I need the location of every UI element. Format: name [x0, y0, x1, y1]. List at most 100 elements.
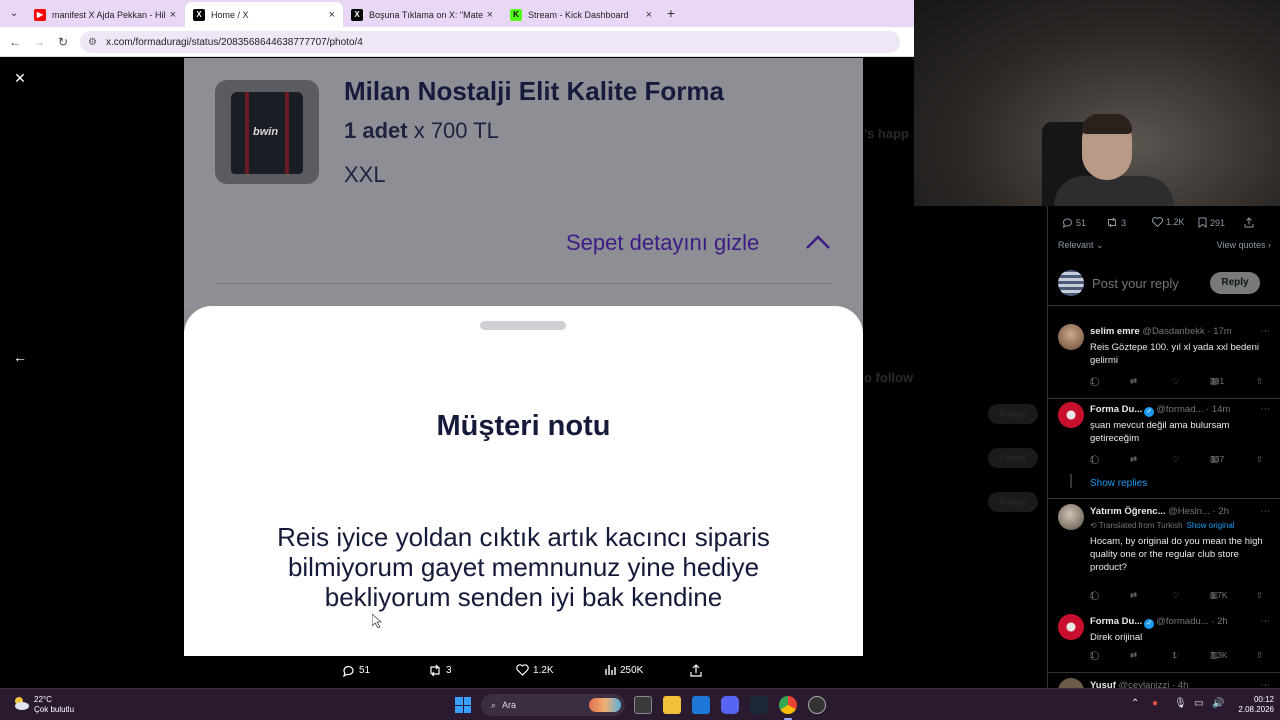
heart-icon[interactable]: ♡: [1172, 376, 1180, 387]
views-action[interactable]: ▥ 337: [1210, 454, 1224, 464]
avatar[interactable]: [1058, 324, 1084, 350]
address-bar[interactable]: ⚙ x.com/formaduragi/status/2083568644638…: [80, 31, 900, 53]
more-options-icon[interactable]: ⋯: [1261, 506, 1271, 517]
author-handle[interactable]: @ceylanizzi · 4h: [1119, 680, 1189, 688]
weather-condition: Çok bulutlu: [34, 705, 75, 714]
reply-action[interactable]: ◯ 1: [1090, 454, 1100, 464]
tweet-actions: ◯ 1 ⇄ ♡ ▥ 337 ⇧: [1090, 454, 1276, 468]
close-icon[interactable]: ×: [646, 9, 652, 21]
author-name[interactable]: selim emre: [1090, 326, 1140, 337]
share-icon[interactable]: ⇧: [1256, 376, 1263, 387]
reply-action[interactable]: 51: [342, 664, 370, 677]
avatar[interactable]: [1058, 614, 1084, 640]
view-quotes-link[interactable]: View quotes ›: [1217, 240, 1271, 250]
share-icon[interactable]: ⇧: [1256, 590, 1263, 601]
tab-home-x[interactable]: X Home / X ×: [185, 2, 343, 27]
more-options-icon[interactable]: ⋯: [1261, 326, 1271, 337]
author-handle[interactable]: @formad... · 14m: [1156, 404, 1230, 415]
share-action[interactable]: [690, 664, 706, 677]
tab-youtube[interactable]: ▶ manifest X Ajda Pekkan - Hileli ×: [26, 2, 184, 27]
reload-icon[interactable]: ↻: [55, 34, 71, 50]
show-replies-link[interactable]: Show replies: [1090, 478, 1147, 489]
reply-action[interactable]: ◯ 1: [1090, 650, 1100, 660]
discord-icon[interactable]: [721, 696, 739, 714]
tab-search-chevron-icon[interactable]: ⌄: [6, 6, 22, 22]
repost-icon[interactable]: ⇄: [1130, 454, 1137, 465]
repost-icon[interactable]: ⇄: [1130, 650, 1137, 661]
repost-icon[interactable]: ⇄: [1130, 590, 1137, 601]
reply-tweet[interactable]: Forma Du... ✓ @formad... · 14m ⋯ şuan mevc…: [1048, 402, 1280, 464]
author-handle[interactable]: @Dasdanbekk · 17m: [1142, 326, 1231, 337]
chevron-up-icon[interactable]: ⌃: [1131, 698, 1139, 709]
previous-photo-icon[interactable]: ←: [12, 349, 28, 365]
more-options-icon[interactable]: ⋯: [1261, 680, 1271, 688]
avatar[interactable]: [1058, 402, 1084, 428]
chrome-icon[interactable]: [779, 696, 797, 714]
author-name[interactable]: Yusuf: [1090, 680, 1116, 688]
author-name[interactable]: Yatırım Öğrenc...: [1090, 506, 1166, 517]
author-handle[interactable]: @Hesln... · 2h: [1168, 506, 1229, 517]
avatar[interactable]: [1058, 504, 1084, 530]
like-stat[interactable]: 1.2K: [1152, 217, 1185, 227]
bookmark-stat[interactable]: 291: [1198, 217, 1225, 228]
sort-dropdown[interactable]: Relevant ⌄: [1058, 240, 1104, 250]
weather-widget[interactable]: 22°C Çok bulutlu: [34, 695, 74, 715]
share-icon[interactable]: ⇧: [1256, 454, 1263, 465]
author-name[interactable]: Forma Du...: [1090, 616, 1142, 627]
like-action[interactable]: 1.2K: [516, 664, 554, 676]
heart-icon[interactable]: ♡: [1172, 590, 1180, 601]
more-options-icon[interactable]: ⋯: [1261, 404, 1271, 415]
task-view-icon[interactable]: [634, 696, 652, 714]
microphone-icon[interactable]: 🎙: [1174, 698, 1187, 709]
close-viewer-icon[interactable]: ✕: [12, 70, 28, 86]
reply-tweet[interactable]: Yatırım Öğrenc... @Hesln... · 2h ⋯ ⟲ Tra…: [1048, 504, 1280, 601]
new-tab-icon[interactable]: +: [664, 4, 678, 22]
reply-tweet[interactable]: Forma Du... ✓ @formadu... · 2h ⋯ Direk ori…: [1048, 614, 1280, 672]
taskbar-search[interactable]: ⌕ Ara: [481, 694, 625, 716]
reply-button[interactable]: Reply: [1210, 272, 1260, 294]
screen: ⌄ ▶ manifest X Ajda Pekkan - Hileli × X …: [0, 0, 1280, 720]
repost-stat[interactable]: 3: [1106, 217, 1126, 228]
network-icon[interactable]: ▭: [1194, 698, 1203, 709]
views-action[interactable]: ▥ 6.7K: [1210, 590, 1228, 600]
steam-icon[interactable]: [750, 696, 768, 714]
forward-arrow-icon[interactable]: →: [31, 34, 47, 50]
more-options-icon[interactable]: ⋯: [1261, 616, 1271, 627]
tab-x-post[interactable]: X Boşuna Tıklama on X: "Matema ×: [343, 2, 501, 27]
views-action[interactable]: ▥ 7.3K: [1210, 650, 1228, 660]
author-name[interactable]: Forma Du...: [1090, 404, 1142, 415]
close-icon[interactable]: ×: [170, 9, 176, 21]
volume-icon[interactable]: 🔊: [1212, 698, 1224, 709]
like-action[interactable]: ♡ 1: [1172, 650, 1180, 660]
reply-tweet[interactable]: selim emre @Dasdanbekk · 17m ⋯ Reis Gözt…: [1048, 324, 1280, 387]
share-icon[interactable]: ⇧: [1256, 650, 1263, 661]
search-highlight-image: [589, 698, 621, 712]
reply-action[interactable]: ◯ 1: [1090, 590, 1100, 600]
file-explorer-icon[interactable]: [663, 696, 681, 714]
close-icon[interactable]: ×: [487, 9, 493, 21]
share-stat[interactable]: [1244, 217, 1257, 228]
mail-icon[interactable]: [692, 696, 710, 714]
reply-stat[interactable]: 51: [1062, 217, 1086, 228]
cloudy-weather-icon[interactable]: [12, 695, 30, 711]
tab-kick[interactable]: K Stream - Kick Dashboard ×: [502, 2, 660, 27]
back-arrow-icon[interactable]: ←: [7, 34, 23, 50]
reply-input[interactable]: Post your reply: [1092, 276, 1179, 291]
repost-icon[interactable]: ⇄: [1130, 376, 1137, 387]
show-original-link[interactable]: Show original: [1187, 521, 1235, 530]
system-clock[interactable]: 00:12 2.08.2026: [1234, 695, 1274, 715]
reply-action[interactable]: ◯ 1: [1090, 376, 1100, 386]
avatar[interactable]: [1058, 678, 1084, 688]
close-icon[interactable]: ×: [329, 9, 335, 21]
security-icon[interactable]: ●: [1152, 698, 1158, 709]
site-info-icon[interactable]: ⚙: [88, 37, 102, 48]
windows-start-icon[interactable]: [455, 697, 471, 713]
chevron-down-icon: ⌄: [1096, 240, 1104, 250]
views-action[interactable]: ▥ 381: [1210, 376, 1224, 386]
views-action[interactable]: 250K: [604, 664, 643, 676]
reply-tweet[interactable]: Yusuf @ceylanizzi · 4h ⋯: [1048, 678, 1280, 688]
heart-icon[interactable]: ♡: [1172, 454, 1180, 465]
author-handle[interactable]: @formadu... · 2h: [1156, 616, 1227, 627]
app-icon[interactable]: [808, 696, 826, 714]
repost-action[interactable]: 3: [428, 664, 452, 677]
